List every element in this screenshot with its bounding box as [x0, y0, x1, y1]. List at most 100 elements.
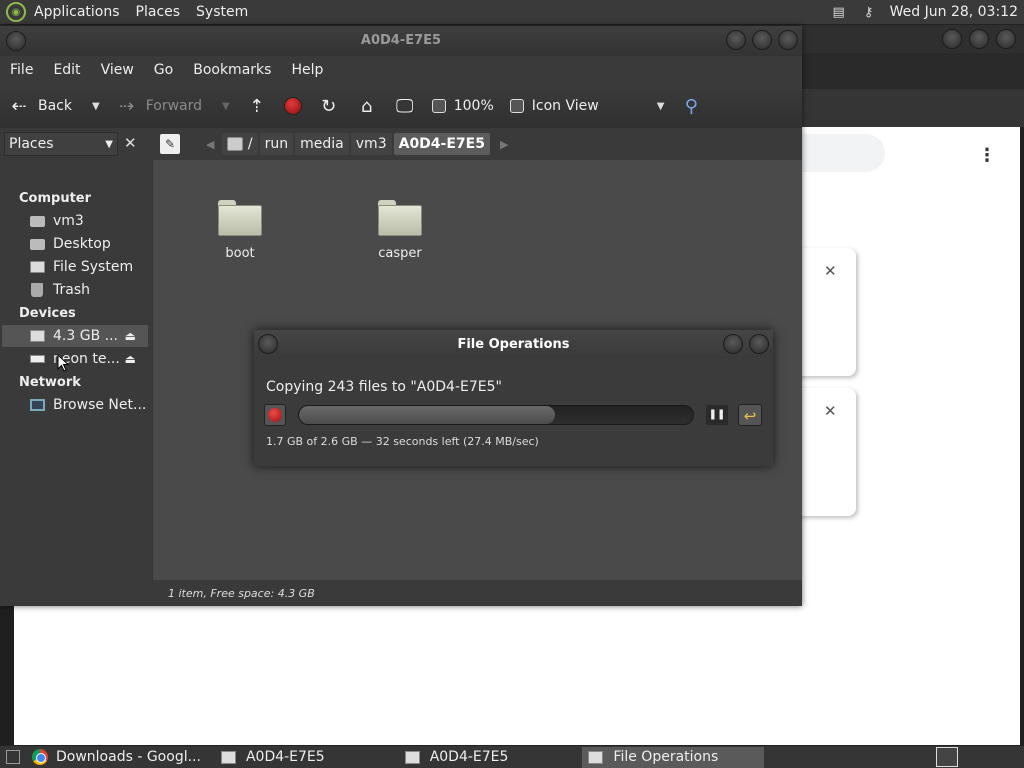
home-icon: ⌂: [361, 95, 373, 117]
menu-bookmarks[interactable]: Bookmarks: [183, 62, 281, 78]
folder-casper[interactable]: casper: [360, 200, 440, 261]
close-icon[interactable]: ✕: [824, 402, 837, 420]
close-icon[interactable]: ✕: [824, 262, 837, 280]
eject-icon[interactable]: ⏏: [125, 352, 136, 366]
task-browser-downloads[interactable]: Downloads - Googl...: [26, 747, 207, 768]
breadcrumb-current[interactable]: A0D4-E7E5: [393, 133, 490, 155]
reload-icon: ↻: [321, 95, 337, 117]
fm-titlebar[interactable]: A0D4-E7E5: [0, 26, 802, 56]
menu-go[interactable]: Go: [144, 62, 183, 78]
breadcrumb-run[interactable]: run: [259, 133, 294, 155]
side-pane-selector-label: Places: [9, 136, 54, 152]
task-file-operations[interactable]: File Operations: [582, 746, 765, 768]
clock[interactable]: Wed Jun 28, 03:12: [890, 4, 1018, 20]
bottom-taskbar: Downloads - Googl... A0D4-E7E5 A0D4-E7E5…: [0, 745, 1024, 768]
copy-status-message: Copying 243 files to "A0D4-E7E5": [266, 379, 502, 395]
browser-maximize-button[interactable]: [969, 29, 989, 49]
menu-file[interactable]: File: [0, 62, 43, 78]
back-label: Back: [38, 98, 72, 114]
copy-progress-detail: 1.7 GB of 2.6 GB — 32 seconds left (27.4…: [266, 435, 539, 448]
task-label: A0D4-E7E5: [245, 749, 325, 765]
dialog-close-button[interactable]: [749, 334, 769, 354]
workspace-switcher[interactable]: [936, 747, 958, 767]
view-mode-dropdown-icon: ▼: [656, 100, 665, 112]
system-menu[interactable]: System: [188, 4, 256, 20]
dialog-title: File Operations: [457, 337, 570, 352]
sidebar-item-device-4gb[interactable]: 4.3 GB ... ⏏: [2, 325, 148, 347]
computer-button[interactable]: 🖵: [386, 96, 424, 117]
home-button[interactable]: ⌂: [348, 96, 386, 117]
folder-icon: [218, 200, 262, 236]
fm-minimize-button[interactable]: [726, 30, 746, 50]
file-operations-dialog: File Operations Copying 243 files to "A0…: [254, 330, 773, 466]
show-desktop-icon[interactable]: [6, 750, 20, 764]
distro-logo-icon[interactable]: ◉: [6, 2, 26, 22]
folder-name: casper: [378, 246, 422, 261]
zoom-level: 100%: [453, 98, 494, 114]
more-options-icon[interactable]: ⋮: [978, 145, 996, 166]
breadcrumb-root[interactable]: /: [222, 133, 258, 155]
drive-icon: [227, 137, 244, 151]
fm-close-button[interactable]: [778, 30, 798, 50]
browser-minimize-button[interactable]: [942, 29, 962, 49]
edit-location-icon[interactable]: ✎: [160, 134, 180, 154]
key-icon[interactable]: ⚷: [860, 4, 878, 20]
task-file-manager-2[interactable]: A0D4-E7E5: [399, 747, 575, 768]
forward-button[interactable]: ⇢ Forward ▼: [108, 96, 238, 117]
fm-maximize-button[interactable]: [752, 30, 772, 50]
menu-view[interactable]: View: [91, 62, 144, 78]
search-button[interactable]: ⚲: [672, 96, 710, 117]
close-side-pane-icon[interactable]: ✕: [124, 134, 137, 152]
sidebar-item-trash[interactable]: Trash: [2, 279, 148, 301]
sidebar-item-browse-network[interactable]: Browse Net...: [2, 394, 148, 416]
sidebar-heading-network: Network: [19, 375, 81, 390]
up-button[interactable]: ⇡: [238, 96, 276, 117]
stop-button[interactable]: [276, 97, 310, 115]
sidebar-item-desktop[interactable]: Desktop: [2, 233, 148, 255]
dialog-minimize-button[interactable]: [723, 334, 743, 354]
menu-help[interactable]: Help: [281, 62, 333, 78]
eject-icon[interactable]: ⏏: [125, 329, 136, 343]
clipboard-icon[interactable]: ▤: [830, 4, 848, 20]
dialog-titlebar[interactable]: File Operations: [254, 330, 773, 358]
zoom-out-button[interactable]: 100%: [424, 98, 502, 114]
sidebar-heading-computer: Computer: [19, 191, 92, 206]
fm-statusbar: 1 item, Free space: 4.3 GB: [152, 580, 802, 606]
breadcrumb-right-arrow-icon[interactable]: ▶: [492, 138, 516, 151]
breadcrumb-vm3[interactable]: vm3: [350, 133, 392, 155]
network-icon: [29, 398, 45, 412]
zoom-in-icon[interactable]: [509, 99, 524, 113]
task-file-manager-1[interactable]: A0D4-E7E5: [215, 747, 391, 768]
back-history-dropdown[interactable]: ▼: [92, 101, 100, 112]
sidebar-item-vm3[interactable]: vm3: [2, 210, 148, 232]
folder-name: boot: [225, 246, 255, 261]
breadcrumb-media[interactable]: media: [295, 133, 349, 155]
sidebar-item-label: 4.3 GB ...: [53, 328, 118, 344]
forward-history-dropdown[interactable]: ▼: [222, 101, 230, 112]
breadcrumb: ◀ / run media vm3 A0D4-E7E5 ▶: [198, 132, 516, 156]
side-pane-selector[interactable]: Places ▼: [4, 132, 118, 156]
folder-boot[interactable]: boot: [200, 200, 280, 261]
places-menu[interactable]: Places: [128, 4, 189, 20]
menu-edit[interactable]: Edit: [43, 62, 90, 78]
sidebar-item-file-system[interactable]: File System: [2, 256, 148, 278]
fm-menubar: File Edit View Go Bookmarks Help: [0, 56, 802, 84]
breadcrumb-left-arrow-icon[interactable]: ◀: [198, 138, 222, 151]
applications-menu[interactable]: Applications: [26, 4, 128, 20]
downloads-search-field[interactable]: [790, 134, 885, 172]
home-folder-icon: [29, 214, 45, 228]
undo-button[interactable]: ↩: [738, 404, 762, 426]
reload-button[interactable]: ↻: [310, 96, 348, 117]
file-manager-window: A0D4-E7E5 File Edit View Go Bookmarks He…: [0, 26, 802, 606]
computer-icon: 🖵: [396, 95, 414, 117]
view-mode-select[interactable]: Icon View ▼: [502, 98, 673, 114]
back-button[interactable]: ⇠ Back ▼: [0, 96, 108, 117]
window-icon: [404, 750, 420, 764]
stop-icon: [268, 408, 282, 422]
pause-button[interactable]: ❚❚: [706, 405, 728, 425]
browser-close-button[interactable]: [996, 29, 1016, 49]
chrome-icon: [32, 749, 48, 765]
sidebar-item-device-neon[interactable]: neon te... ⏏: [2, 348, 148, 370]
cancel-copy-button[interactable]: [264, 404, 286, 426]
back-arrow-icon: ⇠: [11, 95, 27, 117]
